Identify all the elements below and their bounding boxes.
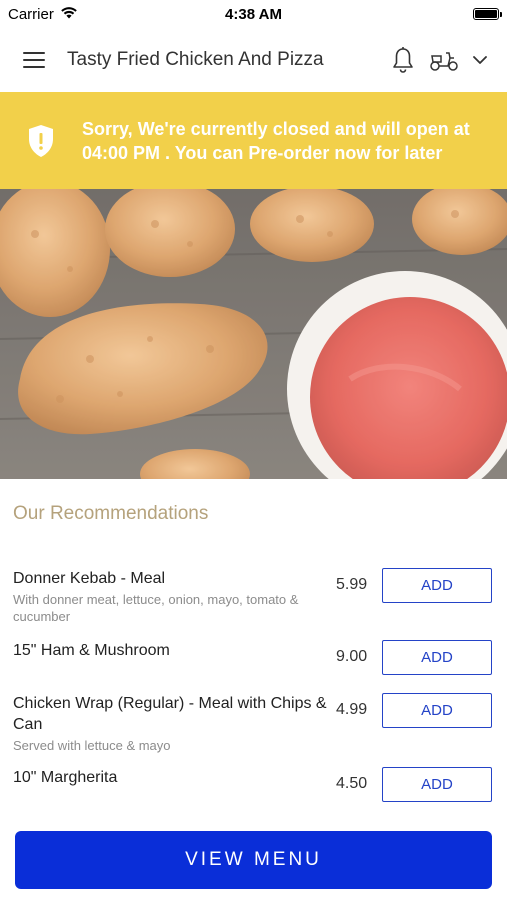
battery-icon xyxy=(473,8,502,20)
wifi-icon xyxy=(60,6,78,23)
item-name: Chicken Wrap (Regular) - Meal with Chips… xyxy=(13,695,327,733)
app-screen: Carrier 4:38 AM Tasty Fried Chicken And … xyxy=(0,0,507,900)
bell-icon[interactable] xyxy=(391,46,415,74)
scooter-icon[interactable] xyxy=(429,48,459,72)
status-bar: Carrier 4:38 AM xyxy=(0,0,507,28)
item-description: With donner meat, lettuce, onion, mayo, … xyxy=(13,592,299,624)
status-right xyxy=(473,8,507,20)
item-name: 15" Ham & Mushroom xyxy=(13,642,170,659)
item-price: 4.50 xyxy=(336,775,368,792)
item-description: Served with lettuce & mayo xyxy=(13,738,171,753)
shield-alert-icon xyxy=(0,124,82,158)
add-button[interactable]: ADD xyxy=(382,767,492,802)
header-actions xyxy=(391,46,487,74)
item-name: 10" Margherita xyxy=(13,769,118,786)
recommendations-title: Our Recommendations xyxy=(13,503,209,524)
restaurant-title: Tasty Fried Chicken And Pizza xyxy=(67,49,324,70)
view-menu-button[interactable]: VIEW MENU xyxy=(15,831,492,889)
app-header: Tasty Fried Chicken And Pizza xyxy=(0,28,507,92)
add-button[interactable]: ADD xyxy=(382,568,492,603)
status-left: Carrier xyxy=(0,6,78,23)
carrier-label: Carrier xyxy=(8,5,54,23)
add-button[interactable]: ADD xyxy=(382,640,492,675)
item-name: Donner Kebab - Meal xyxy=(13,570,166,587)
fried-chicken-photo xyxy=(0,189,507,479)
item-price: 4.99 xyxy=(336,701,368,718)
add-button[interactable]: ADD xyxy=(382,693,492,728)
hamburger-menu-icon[interactable] xyxy=(23,52,45,68)
item-price: 5.99 xyxy=(336,576,368,593)
closed-banner: Sorry, We're currently closed and will o… xyxy=(0,92,507,189)
chevron-down-icon[interactable] xyxy=(473,55,487,65)
closed-message: Sorry, We're currently closed and will o… xyxy=(82,118,470,163)
item-price: 9.00 xyxy=(336,648,368,665)
